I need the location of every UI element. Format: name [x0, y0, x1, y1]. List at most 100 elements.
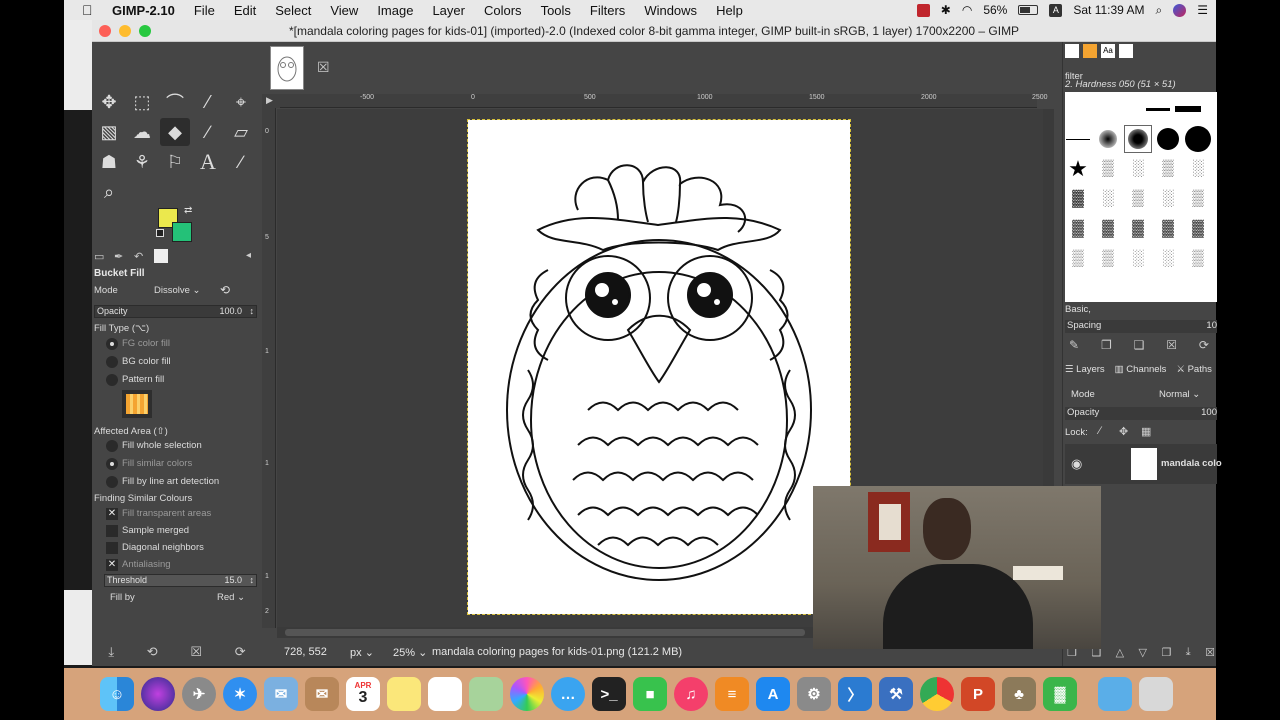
text-tool-icon[interactable]: A: [193, 148, 223, 176]
numbers-icon[interactable]: ▓: [1043, 677, 1077, 711]
brush-texture[interactable]: ░: [1155, 246, 1181, 272]
brush-texture[interactable]: ▓: [1155, 216, 1181, 242]
app-menu[interactable]: GIMP-2.10: [112, 3, 175, 18]
patterns-tab-icon[interactable]: [1083, 44, 1097, 58]
color-picker-tool-icon[interactable]: ∕: [226, 148, 256, 176]
menu-tools[interactable]: Tools: [541, 3, 571, 18]
fg-fill-radio[interactable]: [106, 338, 118, 350]
move-tool-icon[interactable]: ✥: [94, 88, 124, 116]
brush-texture[interactable]: ▒: [1125, 186, 1151, 212]
maps-icon[interactable]: [469, 677, 503, 711]
lock-alpha-icon[interactable]: ▦: [1141, 425, 1151, 438]
chrome-icon[interactable]: [920, 677, 954, 711]
vscode-icon[interactable]: 〉: [838, 677, 872, 711]
menu-select[interactable]: Select: [275, 3, 311, 18]
menu-image[interactable]: Image: [377, 3, 413, 18]
brushes-tab-icon[interactable]: [1065, 44, 1079, 58]
mail-icon[interactable]: ✉: [264, 677, 298, 711]
app-store-icon[interactable]: A: [756, 677, 790, 711]
bluetooth-icon[interactable]: ✱: [941, 3, 951, 17]
fonts-tab-icon[interactable]: Aa: [1101, 44, 1115, 58]
brush-texture[interactable]: ▒: [1095, 246, 1121, 272]
unified-transform-tool-icon[interactable]: ▧: [94, 118, 124, 146]
diagonal-neighbors-checkbox[interactable]: [106, 542, 118, 554]
photos-icon[interactable]: [510, 677, 544, 711]
record-icon[interactable]: [916, 3, 930, 17]
menu-windows[interactable]: Windows: [644, 3, 697, 18]
launchpad-icon[interactable]: ✈: [182, 677, 216, 711]
image-canvas[interactable]: [467, 119, 851, 615]
notes-icon[interactable]: [387, 677, 421, 711]
device-status-tab-icon[interactable]: ✒: [114, 250, 123, 263]
brush-hardness-050[interactable]: [1124, 125, 1152, 153]
brush-texture[interactable]: ░: [1185, 156, 1211, 182]
spacing-field[interactable]: Spacing 10: [1065, 320, 1217, 333]
brush-star[interactable]: ★: [1065, 156, 1091, 182]
brush-hairline[interactable]: [1065, 126, 1091, 152]
reset-options-icon[interactable]: ⟳: [235, 644, 246, 660]
brush-texture[interactable]: ▒: [1095, 156, 1121, 182]
zoom-dropdown[interactable]: 25% ⌄: [393, 646, 427, 659]
brush-line[interactable]: [1175, 96, 1201, 122]
tool-options-tab-icon[interactable]: ▭: [94, 250, 104, 263]
fill-by-dropdown[interactable]: Red ⌄: [217, 592, 245, 603]
new-brush-icon[interactable]: ❐: [1101, 338, 1112, 352]
visibility-eye-icon[interactable]: ◉: [1071, 456, 1082, 472]
brush-texture[interactable]: ▓: [1065, 186, 1091, 212]
fill-whole-selection-radio[interactable]: [106, 440, 118, 452]
rect-select-tool-icon[interactable]: ⬚: [127, 88, 157, 116]
paths-tool-icon[interactable]: ⚐: [160, 148, 190, 176]
pattern-preview[interactable]: [122, 390, 152, 418]
restore-options-icon[interactable]: ⟲: [147, 644, 158, 660]
fuzzy-select-tool-icon[interactable]: ⁄: [193, 88, 223, 116]
brush-tag[interactable]: Basic,: [1065, 304, 1091, 315]
battery-icon[interactable]: [1018, 5, 1039, 15]
layer-mode-dropdown[interactable]: Normal ⌄: [1159, 389, 1200, 400]
trash-icon[interactable]: [1139, 677, 1173, 711]
default-colors-icon[interactable]: [156, 229, 164, 237]
brush-grid[interactable]: ★ ▒ ░ ▒ ░ ▓ ░ ▒ ░ ▒ ▓ ▓ ▓ ▓ ▓ ▒ ▒ ░ ░ ▒: [1065, 92, 1217, 302]
window-titlebar[interactable]: *[mandala coloring pages for kids-01] (i…: [92, 20, 1216, 42]
brush-filter-field[interactable]: filter: [1065, 66, 1215, 82]
pattern-fill-radio[interactable]: [106, 374, 118, 386]
duplicate-brush-icon[interactable]: ❑: [1134, 338, 1145, 352]
brush-texture[interactable]: ░: [1125, 156, 1151, 182]
lock-position-icon[interactable]: ✥: [1119, 425, 1128, 438]
brush-texture[interactable]: ▒: [1065, 246, 1091, 272]
messages-icon[interactable]: …: [551, 677, 585, 711]
calendar-icon[interactable]: APR 3: [346, 677, 380, 711]
clock[interactable]: Sat 11:39 AM: [1073, 3, 1144, 17]
layer-name[interactable]: mandala colo: [1161, 458, 1222, 469]
sample-merged-checkbox[interactable]: [106, 525, 118, 537]
brush-texture[interactable]: ░: [1125, 246, 1151, 272]
brush-round[interactable]: [1155, 126, 1181, 152]
threshold-field[interactable]: Threshold 15.0 ↕: [104, 574, 257, 587]
delete-brush-icon[interactable]: ☒: [1166, 338, 1177, 352]
books-icon[interactable]: ≡: [715, 677, 749, 711]
tab-layers[interactable]: ☰ Layers: [1065, 364, 1105, 380]
powerpoint-icon[interactable]: P: [961, 677, 995, 711]
smudge-tool-icon[interactable]: ⚘: [127, 148, 157, 176]
lower-layer-icon[interactable]: ▽: [1139, 646, 1147, 659]
downloads-folder-icon[interactable]: [1098, 677, 1132, 711]
images-tab-icon[interactable]: [154, 249, 168, 263]
menu-filters[interactable]: Filters: [590, 3, 625, 18]
warp-tool-icon[interactable]: ☁: [127, 118, 157, 146]
tab-channels[interactable]: ▥ Channels: [1115, 364, 1167, 380]
menu-view[interactable]: View: [330, 3, 358, 18]
horizontal-ruler[interactable]: -500 0 500 1000 1500 2000 2500: [280, 94, 1048, 108]
swap-colors-icon[interactable]: ⇄: [184, 205, 192, 216]
delete-layer-icon[interactable]: ☒: [1205, 646, 1215, 659]
ruler-corner[interactable]: ▶: [262, 94, 280, 108]
finder-icon[interactable]: ☺: [100, 677, 134, 711]
safari-icon[interactable]: ✶: [223, 677, 257, 711]
opacity-field[interactable]: Opacity 100.0 ↕: [94, 305, 257, 318]
contacts-icon[interactable]: ✉: [305, 677, 339, 711]
brush-texture[interactable]: ▓: [1125, 216, 1151, 242]
save-options-icon[interactable]: ⤓: [108, 644, 114, 660]
antialiasing-checkbox[interactable]: ✕: [106, 559, 118, 571]
siri-menu-icon[interactable]: [1173, 3, 1187, 17]
eraser-tool-icon[interactable]: ▱: [226, 118, 256, 146]
music-icon[interactable]: ♫: [674, 677, 708, 711]
spin-icon[interactable]: ↕: [250, 575, 255, 585]
